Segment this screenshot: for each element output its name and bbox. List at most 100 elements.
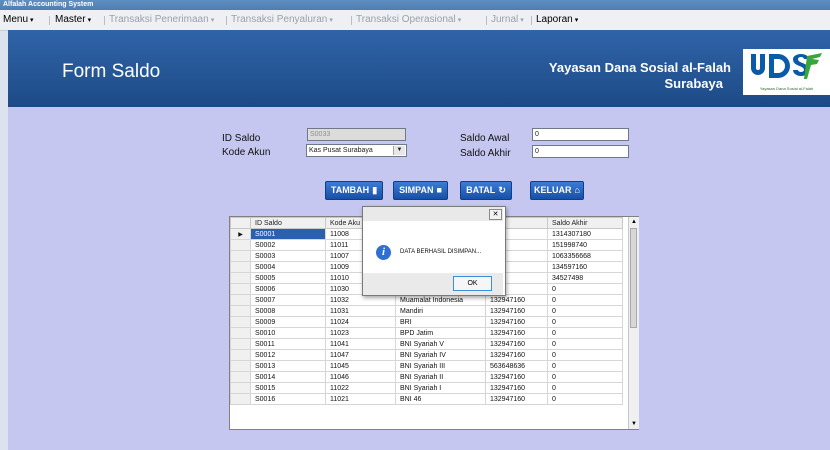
table-cell[interactable]: 34527498: [547, 272, 623, 284]
table-cell[interactable]: 0: [547, 382, 623, 394]
row-header[interactable]: [230, 283, 251, 295]
table-cell[interactable]: 0: [547, 393, 623, 405]
table-cell[interactable]: BPD Jatim: [395, 327, 486, 339]
menu-item-menu[interactable]: Menu ▾: [3, 10, 34, 31]
tambah-button[interactable]: TAMBAH ▮: [325, 181, 383, 200]
row-header[interactable]: [230, 294, 251, 306]
saldo-awal-field[interactable]: 0: [532, 128, 629, 141]
table-cell[interactable]: 563648636: [485, 360, 548, 372]
menu-item-transaksi-penerimaan[interactable]: Transaksi Penerimaan ▾: [109, 10, 214, 31]
menu-item-transaksi-penyaluran[interactable]: Transaksi Penyaluran ▾: [231, 10, 333, 31]
row-header[interactable]: [230, 272, 251, 284]
table-cell[interactable]: 1063356668: [547, 250, 623, 262]
table-cell[interactable]: BNI Syariah III: [395, 360, 486, 372]
column-header[interactable]: ID Saldo: [250, 217, 326, 229]
table-cell[interactable]: S0008: [250, 305, 326, 317]
table-cell[interactable]: S0015: [250, 382, 326, 394]
table-cell[interactable]: Muamalat Indonesia: [395, 294, 486, 306]
table-cell[interactable]: 0: [547, 283, 623, 295]
table-cell[interactable]: S0002: [250, 239, 326, 251]
table-cell[interactable]: 132947160: [485, 305, 548, 317]
table-cell[interactable]: 0: [547, 327, 623, 339]
table-cell[interactable]: 0: [547, 349, 623, 361]
table-cell[interactable]: 11022: [325, 382, 396, 394]
table-cell[interactable]: 132947160: [485, 382, 548, 394]
row-header[interactable]: [230, 371, 251, 383]
table-cell[interactable]: 0: [547, 294, 623, 306]
table-cell[interactable]: 0: [547, 371, 623, 383]
row-header[interactable]: [230, 382, 251, 394]
row-header[interactable]: [230, 250, 251, 262]
column-header[interactable]: Saldo Akhir: [547, 217, 623, 229]
close-icon[interactable]: ✕: [489, 209, 502, 220]
table-row[interactable]: S0016 11021 BNI 46 132947160 0: [230, 393, 623, 405]
row-header[interactable]: [230, 316, 251, 328]
scroll-up-icon[interactable]: ▲: [629, 217, 639, 227]
menu-item-master[interactable]: Master ▾: [55, 10, 91, 31]
table-cell[interactable]: 132947160: [485, 393, 548, 405]
menu-item-transaksi-operasional[interactable]: Transaksi Operasional ▾: [356, 10, 461, 31]
table-cell[interactable]: BRI: [395, 316, 486, 328]
batal-button[interactable]: BATAL ↻: [460, 181, 512, 200]
table-cell[interactable]: 132947160: [485, 338, 548, 350]
table-cell[interactable]: S0001: [250, 228, 326, 240]
table-cell[interactable]: BNI Syariah V: [395, 338, 486, 350]
row-header[interactable]: [230, 239, 251, 251]
simpan-button[interactable]: SIMPAN ■: [393, 181, 448, 200]
table-cell[interactable]: 11024: [325, 316, 396, 328]
kode-akun-select[interactable]: Kas Pusat Surabaya ▼: [306, 144, 407, 157]
table-cell[interactable]: S0016: [250, 393, 326, 405]
table-cell[interactable]: S0006: [250, 283, 326, 295]
row-header[interactable]: [230, 360, 251, 372]
table-cell[interactable]: 1314307180: [547, 228, 623, 240]
table-cell[interactable]: BNI 46: [395, 393, 486, 405]
scroll-down-icon[interactable]: ▼: [629, 419, 639, 429]
table-cell[interactable]: Mandiri: [395, 305, 486, 317]
table-cell[interactable]: S0007: [250, 294, 326, 306]
table-cell[interactable]: 151998740: [547, 239, 623, 251]
table-row[interactable]: S0014 11046 BNI Syariah II 132947160 0: [230, 371, 623, 383]
row-header[interactable]: [230, 338, 251, 350]
row-header[interactable]: [230, 349, 251, 361]
row-header[interactable]: [230, 261, 251, 273]
table-row[interactable]: S0011 11041 BNI Syariah V 132947160 0: [230, 338, 623, 350]
table-row[interactable]: S0008 11031 Mandiri 132947160 0: [230, 305, 623, 317]
table-cell[interactable]: 11045: [325, 360, 396, 372]
table-cell[interactable]: BNI Syariah IV: [395, 349, 486, 361]
current-row-indicator-icon[interactable]: ▶: [230, 228, 251, 240]
table-cell[interactable]: 0: [547, 360, 623, 372]
table-cell[interactable]: S0011: [250, 338, 326, 350]
table-cell[interactable]: BNI Syariah I: [395, 382, 486, 394]
menu-item-laporan[interactable]: Laporan ▾: [536, 10, 578, 31]
table-row[interactable]: S0012 11047 BNI Syariah IV 132947160 0: [230, 349, 623, 361]
table-cell[interactable]: 0: [547, 316, 623, 328]
row-header[interactable]: [230, 393, 251, 405]
table-cell[interactable]: S0005: [250, 272, 326, 284]
table-cell[interactable]: 11032: [325, 294, 396, 306]
table-cell[interactable]: 132947160: [485, 349, 548, 361]
ok-button[interactable]: OK: [453, 276, 492, 291]
table-cell[interactable]: 11023: [325, 327, 396, 339]
table-cell[interactable]: BNI Syariah II: [395, 371, 486, 383]
table-cell[interactable]: 11021: [325, 393, 396, 405]
table-row[interactable]: S0015 11022 BNI Syariah I 132947160 0: [230, 382, 623, 394]
table-cell[interactable]: 11047: [325, 349, 396, 361]
table-cell[interactable]: 134597160: [547, 261, 623, 273]
saldo-akhir-field[interactable]: 0: [532, 145, 629, 158]
table-cell[interactable]: 11031: [325, 305, 396, 317]
table-cell[interactable]: S0014: [250, 371, 326, 383]
table-cell[interactable]: 11041: [325, 338, 396, 350]
table-row[interactable]: S0013 11045 BNI Syariah III 563648636 0: [230, 360, 623, 372]
table-cell[interactable]: 0: [547, 338, 623, 350]
table-row[interactable]: S0010 11023 BPD Jatim 132947160 0: [230, 327, 623, 339]
table-cell[interactable]: S0012: [250, 349, 326, 361]
table-cell[interactable]: 132947160: [485, 371, 548, 383]
table-scrollbar[interactable]: ▲ ▼: [628, 217, 639, 429]
table-cell[interactable]: 132947160: [485, 327, 548, 339]
table-cell[interactable]: 132947160: [485, 294, 548, 306]
table-cell[interactable]: S0009: [250, 316, 326, 328]
table-cell[interactable]: S0003: [250, 250, 326, 262]
table-row[interactable]: S0009 11024 BRI 132947160 0: [230, 316, 623, 328]
table-cell[interactable]: S0013: [250, 360, 326, 372]
table-cell[interactable]: 132947160: [485, 316, 548, 328]
